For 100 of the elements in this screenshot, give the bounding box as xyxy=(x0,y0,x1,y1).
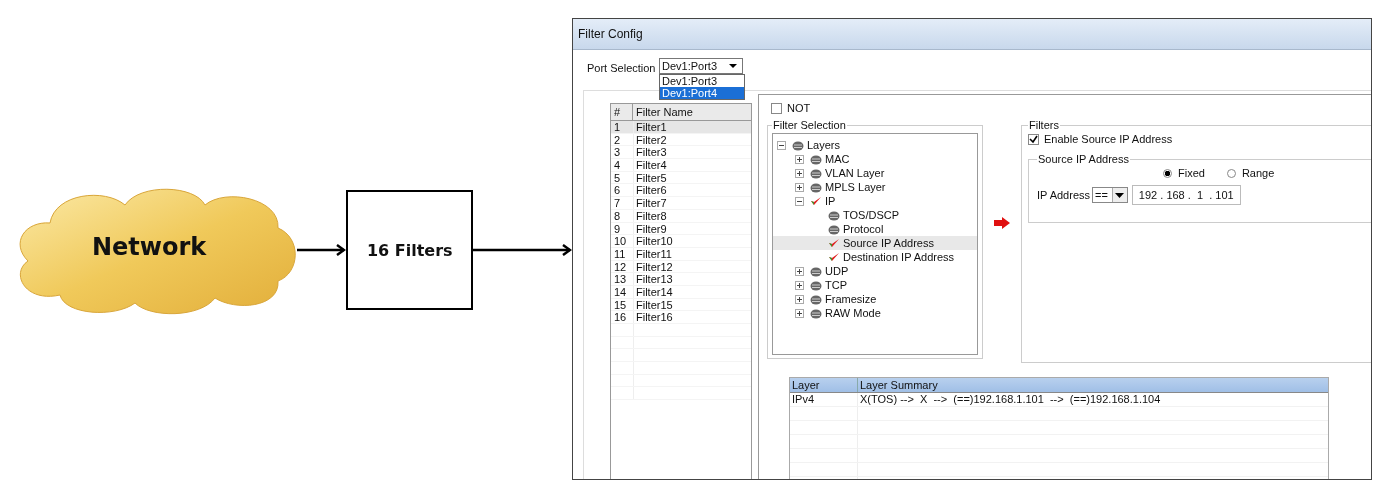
filter-row[interactable]: 7 Filter7 xyxy=(611,197,751,210)
filter-name: Filter2 xyxy=(633,133,751,146)
expand-icon[interactable] xyxy=(795,168,804,178)
tree-item[interactable]: Source IP Address xyxy=(773,236,977,250)
row-number: 6 xyxy=(613,184,622,197)
tree-label: Protocol xyxy=(843,223,884,235)
filter-row[interactable]: 9 Filter9 xyxy=(611,222,751,236)
row-number: 5 xyxy=(613,171,622,184)
filter-name: Filter15 xyxy=(633,298,751,311)
filter-row[interactable]: 12 Filter12 xyxy=(611,260,751,274)
table-cell-text: X(TOS) --> X --> (==)192.168.1.101 --> (==)192.168.1.104 xyxy=(859,393,1162,406)
dropdown-arrow-icon xyxy=(1115,192,1125,198)
tree-item[interactable]: Protocol xyxy=(773,222,977,236)
arrow xyxy=(296,244,347,256)
tree-label: VLAN Layer xyxy=(825,167,885,179)
checkbox-label: Enable Source IP Address xyxy=(1044,133,1173,145)
row-number: 3 xyxy=(613,146,622,159)
expand-icon[interactable] xyxy=(795,154,804,164)
filter-row[interactable]: 10 Filter10 xyxy=(611,235,751,248)
row-number: 8 xyxy=(613,209,622,222)
tree-item[interactable]: RAW Mode xyxy=(773,306,977,320)
arrow-icon xyxy=(994,217,1010,229)
collapse-icon[interactable] xyxy=(795,196,804,206)
port-selection-label: Port Selection xyxy=(587,62,657,74)
filter-name: Filter1 xyxy=(633,121,751,133)
dropdown-arrow-icon xyxy=(728,63,738,69)
tree-item[interactable]: VLAN Layer xyxy=(773,166,977,180)
tree-label: Destination IP Address xyxy=(843,251,955,263)
filter-row[interactable]: 16 Filter16 xyxy=(611,311,751,324)
filter-name: Filter11 xyxy=(633,247,751,260)
expand-icon[interactable] xyxy=(795,266,804,276)
filter-row[interactable]: 14 Filter14 xyxy=(611,285,751,299)
table-cell: IPv4 xyxy=(790,393,858,406)
tree-label: UDP xyxy=(825,265,849,277)
tree-label: Framesize xyxy=(825,293,877,305)
radio-label: Range xyxy=(1241,167,1275,179)
filter-row[interactable]: 15 Filter15 xyxy=(611,298,751,312)
tree-item[interactable]: IP xyxy=(773,194,977,208)
dropdown-option[interactable]: Dev1:Port3 xyxy=(660,75,744,87)
port-dropdown[interactable]: Dev1:Port3 xyxy=(659,58,743,74)
radio-label: Fixed xyxy=(1178,167,1205,179)
column-header[interactable]: Layer Summary xyxy=(858,378,1328,392)
dropdown-option[interactable]: Dev1:Port4 xyxy=(660,87,744,99)
row-number: 4 xyxy=(613,159,622,171)
radio-button[interactable] xyxy=(1226,168,1236,178)
filter-name: Filter7 xyxy=(633,197,751,209)
row-number: 14 xyxy=(613,285,628,298)
tree-item[interactable]: Destination IP Address xyxy=(773,250,977,264)
filter-row[interactable]: 6 Filter6 xyxy=(611,184,751,198)
column-header[interactable]: # xyxy=(611,104,633,120)
row-number: 10 xyxy=(613,235,628,247)
filter-row[interactable]: 2 Filter2 xyxy=(611,133,751,147)
tree-label: TOS/DSCP xyxy=(843,209,900,221)
ip-address-label: IP Address xyxy=(1037,189,1090,201)
row-number: 15 xyxy=(613,298,628,311)
filter-name: Filter10 xyxy=(633,235,751,247)
tree-item[interactable]: MAC xyxy=(773,152,977,166)
cloud-label: Network xyxy=(92,232,207,261)
group-title: Source IP Address xyxy=(1037,153,1130,165)
tree-item[interactable]: MPLS Layer xyxy=(773,180,977,194)
filter-name: Filter13 xyxy=(633,273,751,285)
row-number: 7 xyxy=(613,197,622,209)
filter-row[interactable]: 11 Filter11 xyxy=(611,247,751,261)
filter-name: Filter16 xyxy=(633,311,751,323)
filter-row[interactable]: 3 Filter3 xyxy=(611,146,751,160)
checkbox[interactable] xyxy=(1028,133,1039,145)
filter-row[interactable]: 1 Filter1 xyxy=(611,121,751,134)
radio-button[interactable] xyxy=(1163,168,1172,178)
filter-row[interactable]: 8 Filter8 xyxy=(611,209,751,223)
filter-name: Filter9 xyxy=(633,222,751,235)
expand-icon[interactable] xyxy=(795,280,804,290)
expand-icon[interactable] xyxy=(795,308,804,318)
tree-item[interactable]: TCP xyxy=(773,278,977,292)
column-header[interactable]: Layer xyxy=(790,378,858,392)
filter-block: 16 Filters xyxy=(346,190,474,310)
checkbox[interactable] xyxy=(771,102,782,114)
filter-name: Filter4 xyxy=(633,159,751,171)
tree-item[interactable]: UDP xyxy=(773,264,977,278)
operator-dropdown[interactable]: == xyxy=(1092,187,1128,203)
filter-row[interactable]: 4 Filter4 xyxy=(611,159,751,172)
filter-name: Filter5 xyxy=(633,171,751,184)
column-header[interactable]: Filter Name xyxy=(633,104,751,120)
filter-name: Filter12 xyxy=(633,260,751,273)
tree-item[interactable]: Layers xyxy=(773,138,977,152)
collapse-icon[interactable] xyxy=(777,140,786,150)
tree-item[interactable]: TOS/DSCP xyxy=(773,208,977,222)
expand-icon[interactable] xyxy=(795,294,804,304)
filter-row[interactable]: 5 Filter5 xyxy=(611,171,751,185)
tree-label: Layers xyxy=(807,139,841,151)
group-title: Filter Selection xyxy=(772,119,847,131)
filter-row[interactable]: 13 Filter13 xyxy=(611,273,751,286)
tree-item[interactable]: Framesize xyxy=(773,292,977,306)
row-number: 1 xyxy=(613,121,622,133)
expand-icon[interactable] xyxy=(795,182,804,192)
filter-name: Filter3 xyxy=(633,146,751,159)
row-number: 16 xyxy=(613,311,628,323)
row-number: 9 xyxy=(613,222,622,235)
filter-name: Filter14 xyxy=(633,285,751,298)
row-number: 13 xyxy=(613,273,628,285)
ip-address-field[interactable]: 192 . 168 . 1 . 101 xyxy=(1131,185,1241,205)
